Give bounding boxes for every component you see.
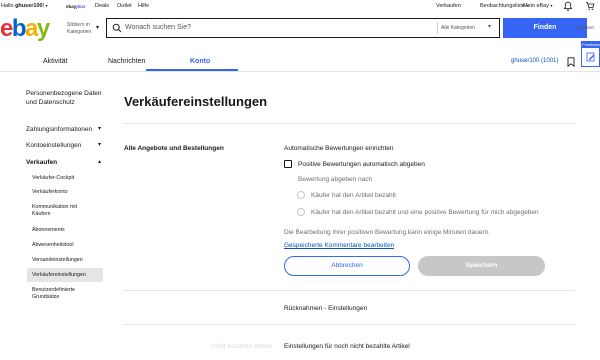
chevron-down-icon[interactable]: ▾ [98,141,101,148]
sidebar-subitem-away-tool[interactable]: Abwesenheitstool [32,242,104,249]
tab-messages[interactable]: Nachrichten [108,58,145,65]
my-ebay-label: Mein eBay [523,3,549,9]
section-divider [124,324,575,325]
sidebar-item-payment-info[interactable]: Zahlungsinformationen [26,125,92,134]
sidebar-subitem-buyer-communication[interactable]: Kommunikation mit Käufern [32,204,92,218]
my-ebay-link[interactable]: Mein eBay ▾ [523,3,553,9]
section-label: Alle Angebote und Bestellungen [124,145,224,152]
sidebar-subitem-seller-hub[interactable]: Verkäufer-Cockpit [32,175,104,182]
greeting-prefix: Hallo [1,3,16,9]
ebayplus-prefix: ebay [66,4,77,9]
radio-paid-label[interactable]: Käufer hat den Artikel bezahlt [311,192,396,199]
chevron-up-icon[interactable]: ▴ [98,158,101,165]
tabs-divider [0,71,600,72]
chevron-down-icon[interactable]: ▾ [98,125,101,132]
logo-letter-y: y [36,15,50,42]
help-link[interactable]: Hilfe [138,3,149,9]
outlet-link[interactable]: Outlet [117,3,132,9]
logo-letter-b: b [11,15,27,42]
faded-section-label: nicht bezahlte Artikel [212,343,272,350]
feedback-after-label: Bewertung abgeben nach [298,176,373,183]
find-button[interactable]: Finden [503,18,587,38]
tab-account[interactable]: Konto [190,58,210,65]
account-tabs: Aktivität Nachrichten Konto [0,54,600,70]
sidebar-item-selling[interactable]: Verkaufen [26,158,57,167]
ebay-logo[interactable]: ebay [0,14,50,44]
unpaid-items-settings-title[interactable]: Einstellungen für noch nicht bezahlte Ar… [284,343,410,350]
cart-icon[interactable] [585,1,595,11]
sidebar-subitem-seller-settings[interactable]: Verkäufereinstellungen [32,272,104,279]
ebayplus-suffix: plus [76,4,86,9]
chevron-down-icon[interactable]: ▾ [96,24,99,31]
account-user-link[interactable]: ghuser100 (1001) [511,58,558,64]
sidebar-item-personal-data[interactable]: Personenbezogene Daten und Datenschutz [26,89,104,107]
section-divider [124,290,575,291]
processing-note: Die Bearbeitung Ihrer positiven Bewertun… [284,229,490,236]
greeting-suffix: ! [42,3,45,9]
sidebar-subitem-subscriptions[interactable]: Abonnements [32,227,104,234]
deals-link[interactable]: Deals [95,3,109,9]
chevron-down-icon[interactable]: ▾ [46,3,48,8]
page-title: Verkäufereinstellungen [124,94,268,109]
auto-feedback-checkbox-label[interactable]: Positive Bewertungen automatisch abgeben [298,161,425,168]
logo-letter-a: a [25,15,38,42]
radio-paid-and-feedback-label[interactable]: Käufer hat den Artikel bezahlt und eine … [311,209,539,216]
search-placeholder: Wonach suchen Sie? [125,24,192,31]
auto-feedback-title: Automatische Bewertungen einrichten [284,145,394,152]
watchlist-link[interactable]: Beobachtungsliste ▾ [480,3,529,9]
auto-feedback-checkbox[interactable] [284,160,292,168]
cancel-button[interactable]: Abbrechen [284,256,410,276]
search-input[interactable]: Wonach suchen Sie? Alle Kategorien ▾ [106,18,500,38]
edit-comments-link[interactable]: Gespeicherte Kommentare bearbeiten [284,242,394,249]
global-topbar: Hallo ghuser100! ▾ ebayplus Deals Outlet… [0,0,600,12]
sidebar-subitem-custom-policies[interactable]: Benutzerdefinierte Grundsätze [32,287,92,301]
feedback-label: Feedback [582,42,600,48]
advanced-search-link[interactable]: Erweitert [576,25,594,30]
sidebar-item-account-settings[interactable]: Kontoeinstellungen [26,141,81,150]
sidebar-subitem-shipping-settings[interactable]: Versandeinstellungen [32,257,104,264]
sidebar-subitem-seller-account[interactable]: Verkäuferkonto [32,189,104,196]
bell-icon[interactable] [563,1,573,11]
chevron-down-icon[interactable]: ▾ [488,23,491,30]
greeting-username[interactable]: ghuser100 [15,3,43,9]
search-divider [437,22,438,34]
logo-letter-e: e [0,15,13,42]
watchlist-label: Beobachtungsliste [480,3,525,9]
radio-paid-and-feedback[interactable] [297,208,305,216]
save-button[interactable]: Speichern [418,256,545,276]
bookmark-icon[interactable] [567,57,575,67]
radio-paid[interactable] [297,191,305,199]
greeting: Hallo ghuser100! ▾ [1,3,48,9]
returns-settings-title[interactable]: Rücknahmen - Einstellungen [284,305,367,312]
category-select[interactable]: Alle Kategorien [441,25,475,31]
chevron-down-icon: ▾ [550,3,553,8]
ebayplus-link[interactable]: ebayplus [66,4,86,9]
sell-link[interactable]: Verkaufen [436,3,461,9]
tab-activity[interactable]: Aktivität [43,58,68,65]
search-icon [112,23,122,33]
section-divider [124,123,575,124]
